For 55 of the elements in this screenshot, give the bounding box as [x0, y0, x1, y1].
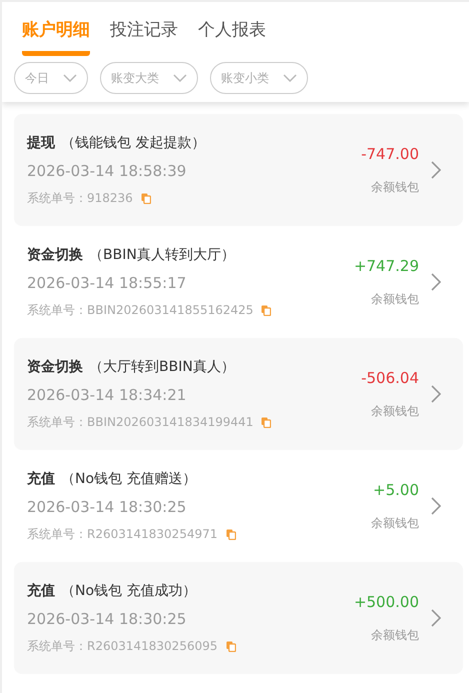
record-card[interactable]: 充值 （No钱包 充值成功） 2026-03-14 18:30:25 系统单号：R2603141830256095 +500.00 余额钱包: [14, 562, 463, 674]
wallet-name: 余额钱包: [371, 626, 419, 644]
record-detail: （大厅转到BBIN真人）: [89, 358, 235, 374]
chevron-right-icon: [431, 385, 441, 403]
order-number: 918236: [87, 191, 133, 205]
copy-icon[interactable]: [140, 192, 151, 204]
order-number: BBIN202603141834199441: [87, 415, 254, 429]
wallet-name: 余额钱包: [371, 290, 419, 308]
record-type: 充值: [27, 470, 55, 486]
order-label: 系统单号：: [27, 302, 87, 318]
record-type: 充值: [27, 582, 55, 598]
order-label: 系统单号：: [27, 414, 87, 430]
caret-icon: [173, 74, 187, 82]
record-time: 2026-03-14 18:34:21: [27, 386, 188, 404]
record-card[interactable]: 资金切换 （大厅转到BBIN真人） 2026-03-14 18:34:21 系统单号：BBIN202603141834199441 -506.04 余额钱包: [14, 338, 463, 450]
wallet-name: 余额钱包: [371, 514, 419, 532]
chevron-right-icon: [431, 609, 441, 627]
order-number: R2603141830256095: [87, 639, 218, 653]
amount: +747.29: [354, 256, 419, 274]
order-number: R2603141830254971: [87, 527, 218, 541]
record-type: 资金切换: [27, 246, 83, 262]
amount: +500.00: [354, 592, 419, 610]
chevron-right-icon: [431, 161, 441, 179]
record-card[interactable]: 提现 （钱能钱包 发起提款） 2026-03-14 18:58:39 系统单号：918236 -747.00 余额钱包: [14, 114, 463, 226]
record-time: 2026-03-14 18:58:39: [27, 162, 188, 180]
amount: -747.00: [361, 144, 419, 162]
record-type: 提现: [27, 134, 55, 150]
caret-icon: [63, 74, 77, 82]
copy-icon[interactable]: [226, 640, 236, 652]
order-label: 系统单号：: [27, 526, 87, 542]
record-time: 2026-03-14 18:30:25: [27, 610, 188, 628]
record-type: 资金切换: [27, 358, 83, 374]
record-time: 2026-03-14 18:55:17: [27, 274, 188, 292]
record-card[interactable]: 充值 （No钱包 充值赠送） 2026-03-14 18:30:25 系统单号：R2603141830254971 +5.00 余额钱包: [14, 450, 463, 562]
amount: -506.04: [361, 368, 419, 386]
caret-icon: [283, 74, 297, 82]
order-label: 系统单号：: [27, 638, 87, 654]
record-detail: （钱能钱包 发起提款）: [61, 134, 206, 150]
chevron-right-icon: [431, 497, 441, 515]
copy-icon[interactable]: [226, 528, 236, 540]
tab[interactable]: 个人报表: [198, 18, 266, 56]
order-label: 系统单号：: [27, 190, 87, 206]
record-detail: （No钱包 充值赠送）: [61, 470, 196, 486]
copy-icon[interactable]: [261, 304, 272, 316]
record-detail: （BBIN真人转到大厅）: [89, 246, 235, 262]
copy-icon[interactable]: [261, 416, 272, 428]
order-number: BBIN202603141855162425: [87, 303, 254, 317]
amount: +5.00: [373, 480, 419, 498]
record-time: 2026-03-14 18:30:25: [27, 498, 188, 516]
record-card[interactable]: 资金切换 （BBIN真人转到大厅） 2026-03-14 18:55:17 系统单号：BBIN202603141855162425 +747.29 余额钱包: [14, 226, 463, 338]
chevron-right-icon: [431, 273, 441, 291]
tab[interactable]: 投注记录: [110, 18, 178, 56]
record-detail: （No钱包 充值成功）: [61, 582, 196, 598]
wallet-name: 余额钱包: [371, 402, 419, 420]
wallet-name: 余额钱包: [371, 178, 419, 196]
